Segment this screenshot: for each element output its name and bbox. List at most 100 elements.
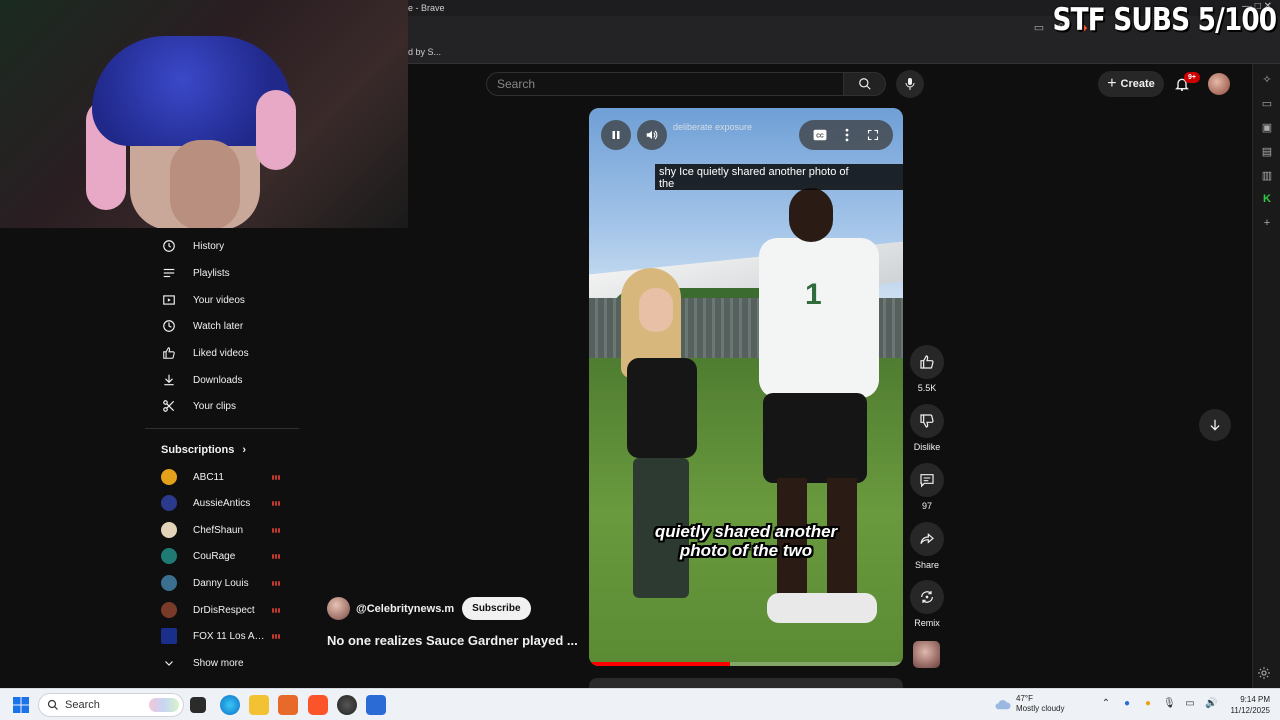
subscription-item[interactable]: Danny Louis (145, 570, 299, 596)
weather-widget[interactable]: 47°F Mostly cloudy (994, 694, 1064, 714)
guide-item-label: Your videos (193, 294, 245, 306)
thumbs-up-icon (920, 355, 934, 369)
streamer-webcam (0, 0, 408, 228)
video-title[interactable]: No one realizes Sauce Gardner played ... (327, 633, 577, 648)
brave-browser-icon[interactable] (308, 695, 328, 715)
file-explorer-icon[interactable] (249, 695, 269, 715)
create-button[interactable]: + Create (1098, 71, 1164, 97)
comments-button[interactable] (910, 463, 944, 497)
pause-button[interactable] (601, 120, 631, 150)
live-indicator-icon (271, 500, 281, 506)
channel-avatar[interactable] (327, 597, 350, 620)
more-vert-icon (845, 128, 849, 142)
channel-avatar (161, 469, 177, 485)
wallet-icon[interactable]: ▣ (1260, 120, 1274, 134)
watch-later-icon (161, 318, 177, 334)
subscriptions-header[interactable]: Subscriptions › (161, 444, 246, 456)
search-input[interactable] (487, 73, 843, 95)
caption-line-2: the (659, 178, 675, 190)
dislike-button[interactable] (910, 404, 944, 438)
subscription-item[interactable]: DrDisRespect (145, 597, 299, 623)
bookmark-item[interactable]: d by S... (408, 47, 441, 57)
guide-item-downloads[interactable]: Downloads (145, 367, 299, 393)
task-view-icon[interactable] (190, 697, 206, 713)
arrow-down-icon (1210, 419, 1220, 431)
tray-microphone-icon[interactable]: 🎙 (1163, 698, 1176, 710)
guide-item-liked-videos[interactable]: Liked videos (145, 340, 299, 366)
like-button[interactable] (910, 345, 944, 379)
network-icon[interactable]: ▭ (1184, 698, 1196, 710)
app-icon[interactable] (278, 695, 298, 715)
tray-app-icon[interactable]: ● (1121, 698, 1133, 710)
sub-goal-overlay: STF SUBS 5/100 (1052, 2, 1277, 38)
subscription-item[interactable]: ABC11 (145, 464, 299, 490)
share-button[interactable] (910, 522, 944, 556)
next-short-preview[interactable] (589, 678, 903, 688)
start-button[interactable] (13, 697, 29, 713)
live-indicator-icon (271, 527, 281, 533)
chevron-up-icon[interactable]: ⌃ (1100, 698, 1112, 710)
tray-app-icon[interactable]: ● (1142, 698, 1154, 710)
live-indicator-icon (271, 580, 281, 586)
kick-icon[interactable]: K (1260, 192, 1274, 206)
closed-caption-box: shy Ice quietly shared another photo of … (655, 164, 903, 190)
guide-item-label: Liked videos (193, 347, 249, 359)
guide-item-watch-later[interactable]: Watch later (145, 313, 299, 339)
taskbar-search-label: Search (65, 699, 100, 711)
subscription-label: CouRage (193, 550, 236, 562)
volume-icon[interactable]: 🔊 (1205, 698, 1217, 710)
captions-button[interactable]: CC (813, 129, 827, 141)
fullscreen-button[interactable] (867, 129, 879, 141)
guide-sidebar: History Playlists Your videos Watch late… (145, 228, 299, 688)
leo-ai-icon[interactable]: ✧ (1260, 72, 1274, 86)
like-action: 5.5K (909, 345, 945, 393)
more-options-button[interactable] (844, 128, 850, 142)
channel-avatar (161, 602, 177, 618)
search-button[interactable] (844, 72, 886, 96)
svg-text:CC: CC (817, 133, 825, 139)
channel-info: @Celebritynews.m Subscribe (327, 597, 531, 620)
channel-avatar (161, 548, 177, 564)
guide-item-playlists[interactable]: Playlists (145, 260, 299, 286)
subscription-item[interactable]: AussieAntics (145, 490, 299, 516)
video-icon[interactable]: ▭ (1260, 96, 1274, 110)
remix-action: Remix (909, 580, 945, 628)
reading-list-icon[interactable]: ▥ (1260, 168, 1274, 182)
subscription-label: ChefShaun (193, 524, 244, 536)
volume-button[interactable] (637, 120, 667, 150)
sidebar-settings-button[interactable] (1257, 666, 1271, 680)
subscribe-button[interactable]: Subscribe (462, 597, 531, 620)
store-icon[interactable] (366, 695, 386, 715)
windows-taskbar: Search 47°F Mostly cloudy ⌃ ● ● 🎙 ▭ 🔊 9:… (0, 688, 1280, 720)
remix-button[interactable] (910, 580, 944, 614)
guide-item-your-clips[interactable]: Your clips (145, 393, 299, 419)
search-icon (858, 78, 871, 90)
shorts-player[interactable]: 1 deliberate exposure CC shy Ice quietly… (589, 108, 903, 666)
live-indicator-icon (271, 607, 281, 613)
volume-icon (646, 130, 658, 140)
video-progress-bar[interactable] (589, 662, 903, 666)
edge-browser-icon[interactable] (220, 695, 240, 715)
system-clock[interactable]: 9:14 PM 11/12/2025 (1222, 694, 1270, 716)
guide-item-your-videos[interactable]: Your videos (145, 287, 299, 313)
channel-name[interactable]: @Celebritynews.m (356, 603, 454, 615)
like-count: 5.5K (917, 383, 937, 393)
gear-icon (1258, 667, 1270, 679)
fullscreen-icon (867, 129, 878, 141)
account-avatar[interactable] (1208, 73, 1230, 95)
taskbar-search[interactable]: Search (38, 693, 184, 717)
obs-icon[interactable] (337, 695, 357, 715)
sound-thumbnail[interactable] (913, 641, 940, 668)
guide-item-label: History (193, 240, 225, 252)
add-panel-icon[interactable]: + (1260, 216, 1274, 230)
cast-icon[interactable]: ▭ (1032, 21, 1046, 35)
subscription-item[interactable]: FOX 11 Los Ang... (145, 623, 299, 649)
subscription-item[interactable]: ChefShaun (145, 517, 299, 543)
voice-search-button[interactable] (896, 70, 924, 98)
bookmarks-icon[interactable]: ▤ (1260, 144, 1274, 158)
live-indicator-icon (271, 633, 281, 639)
show-more-button[interactable]: Show more (145, 650, 299, 676)
guide-item-history[interactable]: History (145, 233, 299, 259)
next-short-button[interactable] (1199, 409, 1231, 441)
subscription-item[interactable]: CouRage (145, 543, 299, 569)
